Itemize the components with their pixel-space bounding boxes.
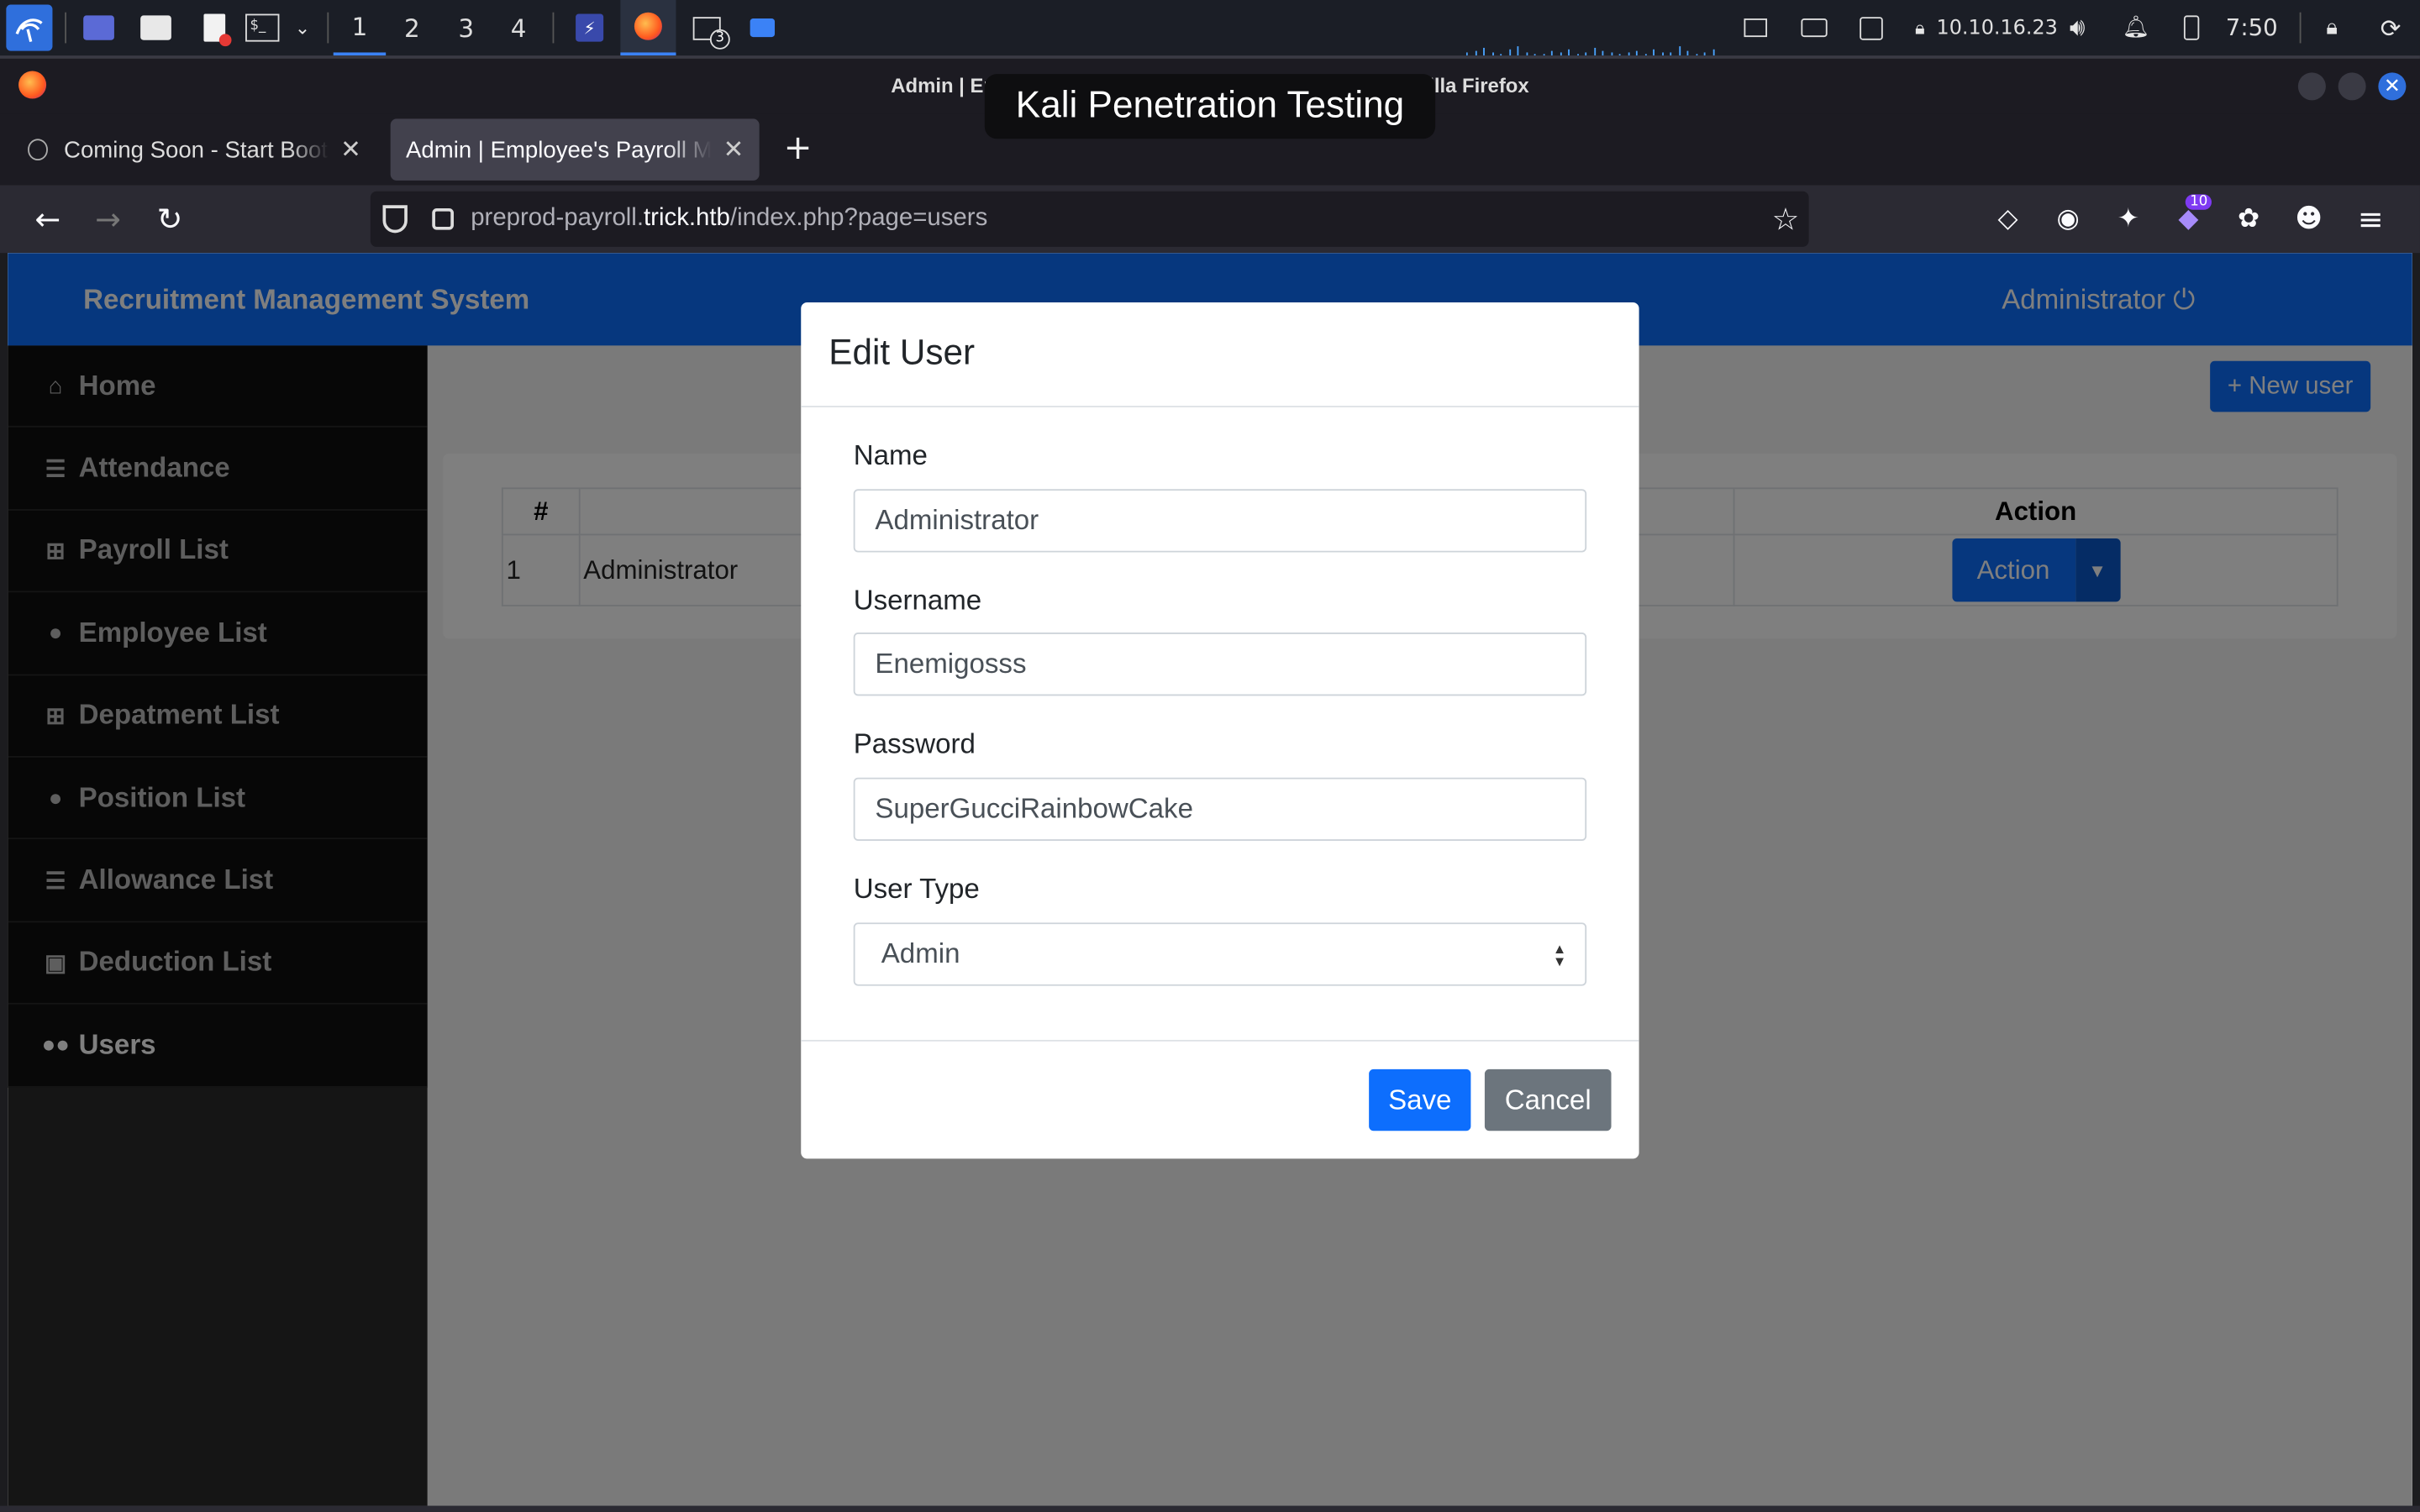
- network-graph-bar: [1568, 49, 1570, 56]
- username-label: Username: [853, 585, 982, 616]
- network-graph-bar: [1483, 47, 1485, 56]
- folder-icon[interactable]: [744, 0, 781, 55]
- page-content: Recruitment Management System Administra…: [8, 253, 2412, 1506]
- network-graph-bar: [1508, 49, 1511, 56]
- minimize-button[interactable]: [2297, 72, 2326, 101]
- volume-icon[interactable]: 🔊︎: [2060, 0, 2094, 55]
- display-icon[interactable]: [1738, 0, 1771, 55]
- forward-button[interactable]: →: [90, 201, 127, 238]
- bell-icon[interactable]: 🔔︎: [2119, 0, 2153, 55]
- bookmark-star-icon[interactable]: ☆: [1772, 201, 1800, 239]
- user-type-label: User Type: [853, 873, 980, 905]
- back-button[interactable]: ←: [29, 201, 66, 238]
- burp-icon[interactable]: ⚡: [568, 0, 611, 55]
- url-bar[interactable]: preprod-payroll.trick.htb/index.php?page…: [370, 191, 1809, 247]
- tab-label: Admin | Employee's Payroll Management Sy…: [406, 136, 711, 163]
- close-tab-icon[interactable]: ✕: [723, 134, 744, 165]
- restart-icon[interactable]: ⟳: [2372, 0, 2409, 55]
- modal-header: Edit User: [801, 302, 1639, 407]
- network-graph-bar: [1678, 46, 1681, 56]
- extension-record-icon[interactable]: ◉: [2051, 202, 2085, 236]
- extension-badge: 10: [2185, 194, 2212, 210]
- close-tab-icon[interactable]: ✕: [340, 134, 361, 165]
- window-bottom-border: [0, 1505, 2420, 1512]
- close-window-button[interactable]: ✕: [2378, 72, 2407, 101]
- ip-address: 10.10.16.23: [1936, 16, 2058, 39]
- maximize-button[interactable]: [2338, 72, 2366, 101]
- network-graph-bar: [1593, 47, 1596, 56]
- keyboard-icon[interactable]: [1797, 0, 1830, 55]
- save-button[interactable]: Save: [1369, 1068, 1471, 1131]
- edit-user-modal: Edit User Name Username Password User Ty…: [801, 302, 1639, 1159]
- tab-coming-soon[interactable]: Coming Soon - Start Bootstrap Theme ✕: [13, 118, 376, 180]
- globe-icon: [28, 139, 49, 161]
- taskbar: $_ ⌄ 1 2 3 4 ⚡ 3 🔒︎ 10.10.16.23 🔊︎ 🔔︎ 7:…: [0, 0, 2420, 56]
- username-field[interactable]: [853, 633, 1587, 696]
- shield-icon[interactable]: [382, 205, 408, 234]
- menu-hamburger-icon[interactable]: ≡: [2354, 201, 2387, 238]
- lock-screen-icon[interactable]: 🔒︎: [2315, 0, 2349, 55]
- select-arrows-icon: ▲ ▼: [1552, 941, 1567, 969]
- network-icon[interactable]: [1854, 0, 1887, 55]
- clock: 7:50: [2225, 13, 2278, 42]
- workspace-3[interactable]: 3: [439, 0, 492, 55]
- network-graph-bar: [1653, 49, 1655, 56]
- firefox-taskbar-icon[interactable]: [620, 0, 676, 56]
- tab-admin-payroll[interactable]: Admin | Employee's Payroll Management Sy…: [390, 118, 760, 181]
- new-tab-button[interactable]: +: [780, 127, 817, 170]
- overlay-banner: Kali Penetration Testing: [984, 74, 1436, 139]
- user-type-value: Admin: [881, 937, 960, 969]
- extension-wappalyzer-icon[interactable]: ☻: [2291, 202, 2325, 236]
- password-label: Password: [853, 727, 976, 759]
- kali-menu-icon[interactable]: [6, 4, 53, 51]
- cancel-button[interactable]: Cancel: [1484, 1068, 1612, 1131]
- network-graph: [1465, 40, 1728, 56]
- user-type-select[interactable]: Admin ▲ ▼: [853, 922, 1587, 986]
- name-field[interactable]: [853, 489, 1587, 553]
- navigation-bar: ← → ↻ preprod-payroll.trick.htb/index.ph…: [0, 185, 2420, 254]
- cookie-icon[interactable]: ✿: [2232, 202, 2265, 236]
- terminal-count-badge: 3: [709, 28, 730, 49]
- reload-button[interactable]: ↻: [151, 201, 188, 238]
- firefox-icon: [18, 71, 47, 99]
- chevron-down-icon[interactable]: ⌄: [287, 0, 318, 55]
- workspace-2[interactable]: 2: [386, 0, 438, 55]
- name-label: Name: [853, 439, 928, 471]
- lock-icon[interactable]: [432, 207, 454, 230]
- extensions-puzzle-icon[interactable]: ✦: [2112, 202, 2145, 236]
- pocket-icon[interactable]: ◇: [1991, 202, 2024, 236]
- tab-label: Coming Soon - Start Bootstrap Theme: [64, 136, 328, 163]
- network-graph-bar: [1712, 49, 1714, 56]
- workspace-1[interactable]: 1: [333, 0, 387, 56]
- modal-title: Edit User: [829, 331, 976, 372]
- battery-icon[interactable]: [2176, 0, 2207, 55]
- vpn-lock-icon[interactable]: 🔒︎: [1907, 0, 1932, 55]
- file-manager-icon[interactable]: [137, 0, 174, 55]
- terminal-icon[interactable]: $_: [244, 0, 281, 55]
- url-text: preprod-payroll.trick.htb/index.php?page…: [471, 205, 988, 232]
- workspace-4[interactable]: 4: [492, 0, 544, 55]
- modal-footer: Save Cancel: [801, 1039, 1639, 1158]
- password-field[interactable]: [853, 777, 1587, 842]
- network-graph-bar: [1517, 46, 1519, 56]
- desktop-icon[interactable]: [81, 0, 118, 55]
- terminal-window-icon[interactable]: 3: [685, 0, 730, 55]
- text-editor-icon[interactable]: [196, 0, 233, 55]
